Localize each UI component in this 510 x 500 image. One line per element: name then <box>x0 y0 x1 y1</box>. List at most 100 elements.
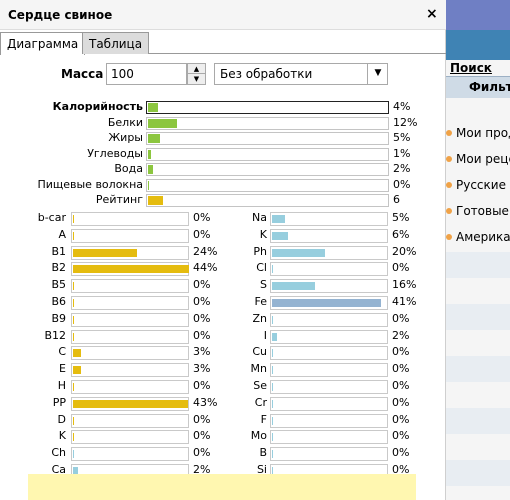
element-bar-fill <box>73 282 74 291</box>
element-percent: 0% <box>392 429 410 443</box>
nutrient-percent: 6 <box>393 193 400 206</box>
chevron-down-icon[interactable]: ▼ <box>367 63 388 85</box>
element-bar-track <box>270 245 388 260</box>
element-percent: 0% <box>392 261 410 275</box>
bg-list-item-label: Мои проду <box>456 126 510 140</box>
element-label: Cr <box>254 395 267 409</box>
nutrient-bar-fill <box>148 180 149 190</box>
element-bar-fill <box>73 416 74 425</box>
element-bar-track <box>270 262 388 277</box>
nutrient-bar-fill <box>148 196 163 205</box>
element-label: Mo <box>250 429 267 443</box>
element-label: Ph <box>253 244 267 258</box>
element-label: S <box>260 278 267 292</box>
nutrient-bar-track <box>146 178 389 192</box>
element-bar-track <box>71 363 189 378</box>
dialog-titlebar[interactable]: Сердце свиное × <box>0 0 446 30</box>
bg-row-stripe <box>446 356 510 382</box>
element-bar-track <box>71 279 189 294</box>
element-bar-track <box>71 346 189 361</box>
element-bar-fill <box>73 450 74 459</box>
element-bar-fill <box>272 399 273 408</box>
close-icon[interactable]: × <box>426 6 438 22</box>
element-bar-track <box>270 380 388 394</box>
bg-search-link[interactable]: Поиск <box>450 61 492 75</box>
element-bar-fill <box>73 433 74 442</box>
mass-stepper[interactable]: ▲ ▼ <box>187 63 206 85</box>
element-bar-track <box>270 430 388 445</box>
element-bar-track <box>71 447 189 462</box>
bg-list-item-label: Мои рецеп <box>456 152 510 166</box>
element-bar-fill <box>272 265 273 274</box>
element-percent: 0% <box>392 311 410 325</box>
nutrient-bar-fill <box>148 118 177 128</box>
element-bar-fill <box>272 332 278 341</box>
element-bar-fill <box>73 399 188 408</box>
stepper-down-icon[interactable]: ▼ <box>188 74 205 84</box>
element-bar-fill <box>73 366 81 375</box>
nutrient-bar-track <box>146 116 389 130</box>
bg-filter-header[interactable]: Фильтр <box>469 80 510 94</box>
element-bar-track <box>71 245 189 260</box>
nutrient-bar-fill <box>148 165 153 174</box>
nutrient-bar-fill <box>148 134 160 143</box>
element-bar-track <box>71 413 189 428</box>
element-bar-track <box>270 296 388 310</box>
element-label: Ch <box>51 446 66 460</box>
nutrient-label: Жиры <box>108 131 143 144</box>
element-bar-fill <box>73 299 74 307</box>
element-bar-fill <box>272 248 326 257</box>
nutrient-bar-track <box>146 101 389 114</box>
mass-input[interactable] <box>106 63 187 85</box>
bg-toolbar-band <box>446 30 510 60</box>
folder-icon <box>446 208 452 214</box>
element-label: Mn <box>250 362 267 376</box>
bg-list-item[interactable]: Мои проду <box>446 120 510 146</box>
folder-icon <box>446 130 452 136</box>
element-bar-track <box>270 413 388 428</box>
element-label: D <box>57 412 66 426</box>
element-bar-track <box>270 212 388 226</box>
element-percent: 2% <box>392 328 410 342</box>
nutrient-label: Пищевые волокна <box>37 177 143 191</box>
tab-table[interactable]: Таблица <box>82 32 150 54</box>
bg-list-item[interactable]: Мои рецеп <box>446 146 510 172</box>
processing-select[interactable]: Без обработки <box>214 63 388 85</box>
element-label: K <box>259 227 267 241</box>
element-percent: 43% <box>193 395 218 409</box>
element-percent: 0% <box>392 446 410 460</box>
nutrient-bar-fill <box>148 149 151 159</box>
element-bar-track <box>71 312 189 327</box>
element-label: Fe <box>254 295 268 308</box>
element-bar-track <box>71 296 189 310</box>
element-bar-track <box>270 329 388 344</box>
element-bar-fill <box>272 299 382 307</box>
element-label: E <box>59 362 66 376</box>
nutrient-row-рейтинг: Рейтинг 6 <box>0 193 446 207</box>
stepper-up-icon[interactable]: ▲ <box>188 64 205 74</box>
mass-label: Масса <box>61 67 104 81</box>
element-bar-track <box>71 380 189 394</box>
element-bar-fill <box>272 450 273 459</box>
element-label: Cu <box>252 345 267 359</box>
element-percent: 6% <box>392 227 410 241</box>
element-bar-track <box>270 396 388 411</box>
element-bar-fill <box>73 248 138 257</box>
tab-diagram[interactable]: Диаграмма <box>0 32 86 55</box>
element-label: F <box>260 412 267 426</box>
element-bar-track <box>270 363 388 378</box>
dialog-title: Сердце свиное <box>8 8 113 22</box>
bg-list-item[interactable]: Готовые б <box>446 198 510 224</box>
bg-list-item-label: Русские п <box>456 178 510 192</box>
nutrient-bar-track <box>146 194 389 207</box>
element-bar-track <box>270 228 388 243</box>
bg-list-item[interactable]: Русские п <box>446 172 510 198</box>
element-bar-fill <box>73 315 74 324</box>
element-percent: 3% <box>193 362 211 376</box>
bg-list-item[interactable]: Американ <box>446 224 510 250</box>
element-label: I <box>263 328 267 342</box>
element-bar-fill <box>73 383 74 391</box>
nutrient-percent: 1% <box>393 146 411 160</box>
element-bar-fill <box>272 215 286 223</box>
element-bar-fill <box>272 383 273 391</box>
